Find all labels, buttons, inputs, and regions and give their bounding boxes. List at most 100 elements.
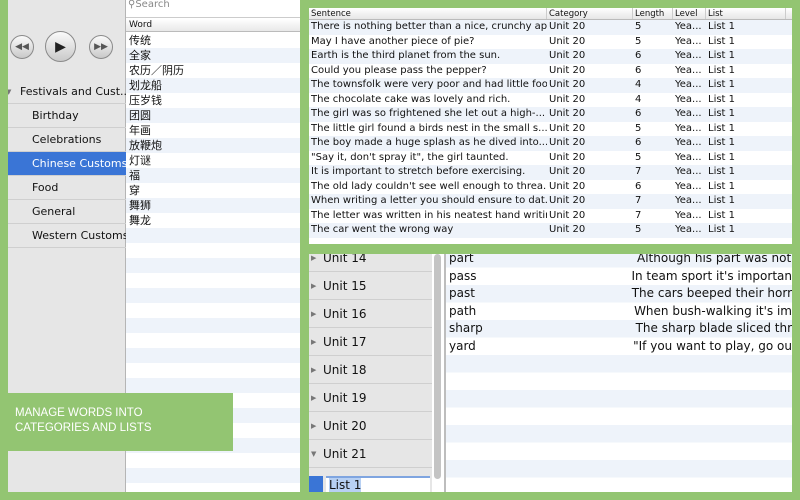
- column-category[interactable]: Category: [547, 8, 633, 19]
- cell-length: 5: [635, 122, 642, 134]
- disclosure-closed-icon[interactable]: ▶: [311, 272, 316, 300]
- table-row[interactable]: past The cars beeped their horr: [446, 285, 792, 303]
- word-row[interactable]: 团圆: [126, 108, 300, 123]
- category-item-food[interactable]: Food: [8, 176, 126, 200]
- search-input[interactable]: ⚲Search: [126, 0, 300, 18]
- category-item-celebrations[interactable]: Celebrations: [8, 128, 126, 152]
- disclosure-closed-icon[interactable]: ▶: [311, 412, 316, 440]
- table-row[interactable]: path When bush-walking it's im: [446, 303, 792, 321]
- disclosure-closed-icon[interactable]: ▶: [311, 356, 316, 384]
- unit-label: Unit 21: [323, 447, 367, 461]
- unit-item[interactable]: ▶ Unit 17: [309, 328, 432, 356]
- table-row[interactable]: May I have another piece of pie? Unit 20 5…: [309, 35, 792, 50]
- cell-list: List 1: [708, 209, 736, 221]
- list-name-input[interactable]: List 1: [326, 476, 430, 492]
- table-row[interactable]: "Say it, don't spray it", the girl taunt…: [309, 151, 792, 166]
- rewind-button[interactable]: ◀◀: [10, 35, 34, 59]
- cell-sentence: Earth is the third planet from the sun.: [311, 50, 501, 61]
- disclosure-open-icon[interactable]: ▼: [311, 440, 316, 468]
- cell-length: 7: [635, 166, 642, 177]
- category-item-birthday[interactable]: Birthday: [8, 104, 126, 128]
- column-list[interactable]: List: [706, 8, 786, 19]
- table-row[interactable]: There is nothing better than a nice, cru…: [309, 20, 792, 35]
- cell-level: Yea...: [675, 50, 702, 61]
- word-row[interactable]: 放鞭炮: [126, 138, 300, 153]
- cell-level: Yea...: [675, 93, 702, 105]
- word-row[interactable]: 灯谜: [126, 153, 300, 168]
- table-row[interactable]: Earth is the third planet from the sun. U…: [309, 49, 792, 64]
- disclosure-closed-icon[interactable]: ▶: [311, 300, 316, 328]
- table-row[interactable]: yard "If you want to play, go ou: [446, 338, 792, 356]
- cell-sentence: When writing a letter you should ensure …: [311, 195, 547, 206]
- category-item-western-customs[interactable]: Western Customs: [8, 224, 126, 248]
- word-row[interactable]: 舞狮: [126, 198, 300, 213]
- table-row[interactable]: The little girl found a birds nest in th…: [309, 122, 792, 137]
- table-row[interactable]: sharp The sharp blade sliced thr: [446, 320, 792, 338]
- unit-item[interactable]: ▼ Unit 21: [309, 440, 432, 468]
- cell-list: List 1: [708, 151, 736, 163]
- table-row[interactable]: pass In team sport it's importan: [446, 268, 792, 286]
- cell-length: 5: [635, 151, 642, 163]
- word-row[interactable]: 舞龙: [126, 213, 300, 228]
- cell-length: 7: [635, 209, 642, 221]
- word-row[interactable]: 划龙船: [126, 78, 300, 93]
- table-row[interactable]: Could you please pass the pepper? Unit 20…: [309, 64, 792, 79]
- word-row[interactable]: 农历／阴历: [126, 63, 300, 78]
- cell-level: Yea...: [675, 79, 702, 90]
- unit-item[interactable]: ▶ Unit 18: [309, 356, 432, 384]
- table-row[interactable]: It is important to stretch before exerci…: [309, 165, 792, 180]
- cell-length: 5: [635, 21, 642, 32]
- table-row[interactable]: The boy made a huge splash as he dived i…: [309, 136, 792, 151]
- cell-list: List 1: [708, 224, 736, 235]
- category-item-chinese-customs[interactable]: Chinese Customs: [8, 152, 126, 176]
- category-group-label: Festivals and Cust...: [20, 85, 126, 98]
- table-row[interactable]: The girl was so frightened she let out a…: [309, 107, 792, 122]
- table-row[interactable]: The chocolate cake was lovely and rich. U…: [309, 93, 792, 108]
- cell-list: List 1: [708, 180, 736, 192]
- column-level[interactable]: Level: [673, 8, 706, 19]
- column-length[interactable]: Length: [633, 8, 673, 19]
- cell-level: Yea...: [675, 166, 702, 177]
- category-group-festivals[interactable]: ▼ Festivals and Cust...: [8, 80, 126, 104]
- word-row[interactable]: 压岁钱: [126, 93, 300, 108]
- cell-level: Yea...: [675, 35, 702, 47]
- word-row[interactable]: 传统: [126, 33, 300, 48]
- word-row[interactable]: 穿: [126, 183, 300, 198]
- table-row[interactable]: part Although his part was not: [446, 254, 792, 268]
- fast-forward-button[interactable]: ▶▶: [89, 35, 113, 59]
- search-placeholder: Search: [135, 0, 170, 10]
- list-item-editing[interactable]: List 1: [309, 476, 432, 492]
- cell-sentence: When bush-walking it's im: [634, 303, 792, 318]
- disclosure-open-icon[interactable]: ▼: [8, 80, 11, 103]
- cell-category: Unit 20: [549, 21, 586, 32]
- play-button[interactable]: ▶: [45, 31, 76, 62]
- column-sentence[interactable]: Sentence: [309, 8, 547, 19]
- unit-item[interactable]: ▶ Unit 19: [309, 384, 432, 412]
- cell-sentence: The townsfolk were very poor and had lit…: [311, 79, 547, 90]
- disclosure-closed-icon[interactable]: ▶: [311, 254, 316, 272]
- table-row[interactable]: The car went the wrong way Unit 20 5 Yea...…: [309, 223, 792, 238]
- word-column-header[interactable]: Word: [126, 19, 300, 32]
- table-row[interactable]: When writing a letter you should ensure …: [309, 194, 792, 209]
- unit-item[interactable]: ▶ Unit 15: [309, 272, 432, 300]
- category-item-general[interactable]: General: [8, 200, 126, 224]
- disclosure-closed-icon[interactable]: ▶: [311, 328, 316, 356]
- unit-label: Unit 14: [323, 254, 367, 265]
- unit-item[interactable]: ▶ Unit 14: [309, 254, 432, 272]
- word-row[interactable]: 全家: [126, 48, 300, 63]
- cell-list: List 1: [708, 64, 736, 76]
- unit-item[interactable]: ▶ Unit 20: [309, 412, 432, 440]
- table-row[interactable]: The old lady couldn't see well enough to…: [309, 180, 792, 195]
- table-row[interactable]: The townsfolk were very poor and had lit…: [309, 78, 792, 93]
- word-row[interactable]: 福: [126, 168, 300, 183]
- selection-marker: [309, 476, 323, 492]
- word-row[interactable]: 年画: [126, 123, 300, 138]
- cell-category: Unit 20: [549, 108, 586, 119]
- cell-length: 6: [635, 64, 642, 76]
- cell-level: Yea...: [675, 224, 702, 235]
- disclosure-closed-icon[interactable]: ▶: [311, 384, 316, 412]
- unit-item[interactable]: ▶ Unit 16: [309, 300, 432, 328]
- cell-level: Yea...: [675, 151, 702, 163]
- scrollbar[interactable]: [434, 254, 441, 479]
- table-row[interactable]: The letter was written in his neatest ha…: [309, 209, 792, 224]
